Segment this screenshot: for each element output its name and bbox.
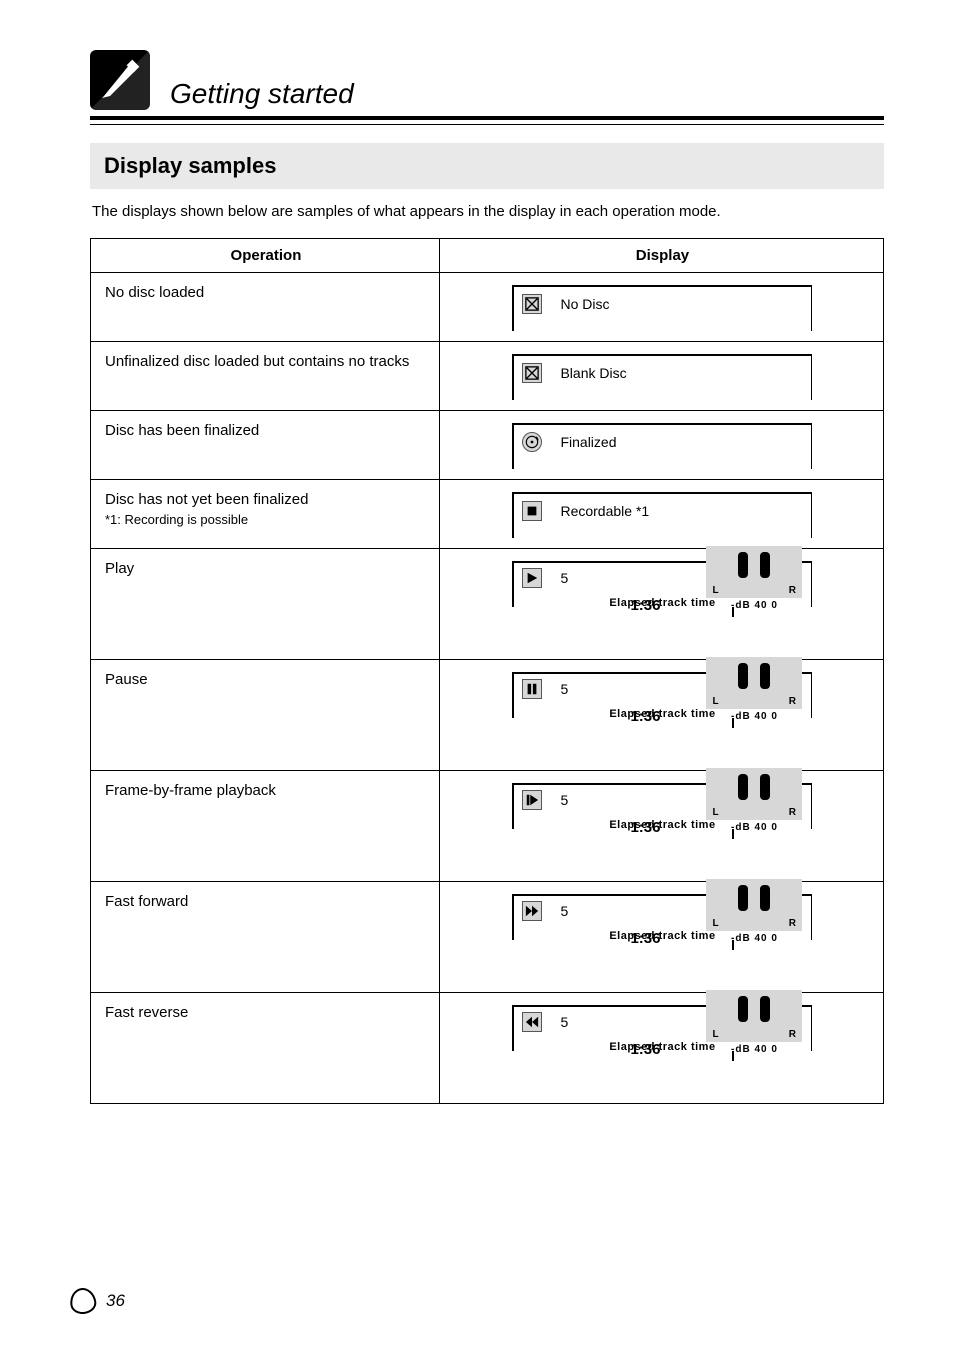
meter-scale: -dB 40 0 (731, 1044, 778, 1055)
op-label: Disc has been finalized (105, 422, 259, 439)
meter-l: L (712, 585, 719, 596)
display-mock: Recordable *1 (512, 492, 812, 540)
meter-scale: -dB 40 0 (731, 822, 778, 833)
meter-r: R (789, 696, 797, 707)
meter-scale: -dB 40 0 (731, 600, 778, 611)
level-meter: LR (706, 546, 802, 598)
track-num: 5 (560, 570, 568, 586)
display-mock: 5 L R -dB 40 0 (512, 783, 812, 873)
display-text: Finalized (560, 434, 616, 450)
timecode: 1:36 (630, 819, 660, 836)
table-row: Disc has not yet been finalized *1: Reco… (91, 480, 884, 549)
table-row: Unfinalized disc loaded but contains no … (91, 342, 884, 411)
page-number-value: 36 (106, 1291, 125, 1311)
meter-r: R (789, 807, 797, 818)
timecode: 1:36 (630, 708, 660, 725)
op-label: Fast forward (105, 893, 188, 910)
section-intro: The displays shown below are samples of … (92, 203, 884, 220)
col-operation: Operation (91, 239, 440, 273)
meter-l: L (712, 918, 719, 929)
display-mock: Blank Disc (512, 354, 812, 402)
display-mock: 5 L R -dB 40 0 (512, 894, 812, 984)
meter-scale: -dB 40 0 (731, 711, 778, 722)
timecode: 1:36 (630, 1041, 660, 1058)
display-samples-table: Operation Display No disc loaded No Disc (90, 238, 884, 1104)
meter-scale: -dB 40 0 (731, 933, 778, 944)
pause-icon (522, 679, 542, 699)
table-row: No disc loaded No Disc (91, 273, 884, 342)
display-mock: No Disc (512, 285, 812, 333)
nodisc-icon (522, 294, 542, 314)
table-row: Play 5 LR (91, 549, 884, 660)
table-row: Fast forward 5 (91, 882, 884, 993)
meter-r: R (789, 918, 797, 929)
timecode: 1:36 (630, 597, 660, 614)
display-text: No Disc (560, 296, 609, 312)
page-number: 36 (70, 1288, 125, 1314)
col-display: Display (439, 239, 883, 273)
display-mock: Finalized (512, 423, 812, 471)
nodisc-icon (522, 363, 542, 383)
page-circle-icon (68, 1286, 97, 1315)
step-icon (522, 790, 542, 810)
frev-icon (522, 1012, 542, 1032)
meter-r: R (789, 1029, 797, 1040)
level-meter: LR (706, 768, 802, 820)
divider (90, 116, 884, 120)
play-icon (522, 568, 542, 588)
level-meter: LR (706, 657, 802, 709)
pencil-icon (90, 50, 150, 110)
level-meter: LR (706, 990, 802, 1042)
display-text: Blank Disc (560, 365, 626, 381)
op-label: Fast reverse (105, 1004, 188, 1021)
meter-l: L (712, 1029, 719, 1040)
op-label: Frame-by-frame playback (105, 782, 276, 799)
display-mock: 5 L R -dB 40 0 (512, 1005, 812, 1095)
level-meter: LR (706, 879, 802, 931)
op-note: *1: Recording is possible (105, 512, 248, 527)
page-title: Getting started (170, 78, 884, 110)
track-num: 5 (560, 1014, 568, 1030)
display-mock: 5 L R -dB 40 0 (512, 561, 812, 651)
op-label: Disc has not yet been finalized (105, 491, 308, 508)
track-num: 5 (560, 903, 568, 919)
meter-l: L (712, 807, 719, 818)
meter-r: R (789, 585, 797, 596)
display-mock: 5 L R -dB 40 0 (512, 672, 812, 762)
display-text: Recordable *1 (560, 503, 649, 519)
track-num: 5 (560, 681, 568, 697)
section-heading: Display samples (90, 143, 884, 189)
track-num: 5 (560, 792, 568, 808)
op-label: Unfinalized disc loaded but contains no … (105, 353, 409, 370)
table-row: Fast reverse 5 (91, 993, 884, 1104)
stop-icon (522, 501, 542, 521)
op-label: No disc loaded (105, 284, 204, 301)
ffwd-icon (522, 901, 542, 921)
op-label: Pause (105, 671, 148, 688)
meter-l: L (712, 696, 719, 707)
disc-icon (522, 432, 542, 452)
timecode: 1:36 (630, 930, 660, 947)
table-row: Pause 5 L (91, 660, 884, 771)
table-row: Disc has been finalized Finalized (91, 411, 884, 480)
op-label: Play (105, 560, 134, 577)
divider (90, 124, 884, 125)
table-row: Frame-by-frame playback 5 (91, 771, 884, 882)
